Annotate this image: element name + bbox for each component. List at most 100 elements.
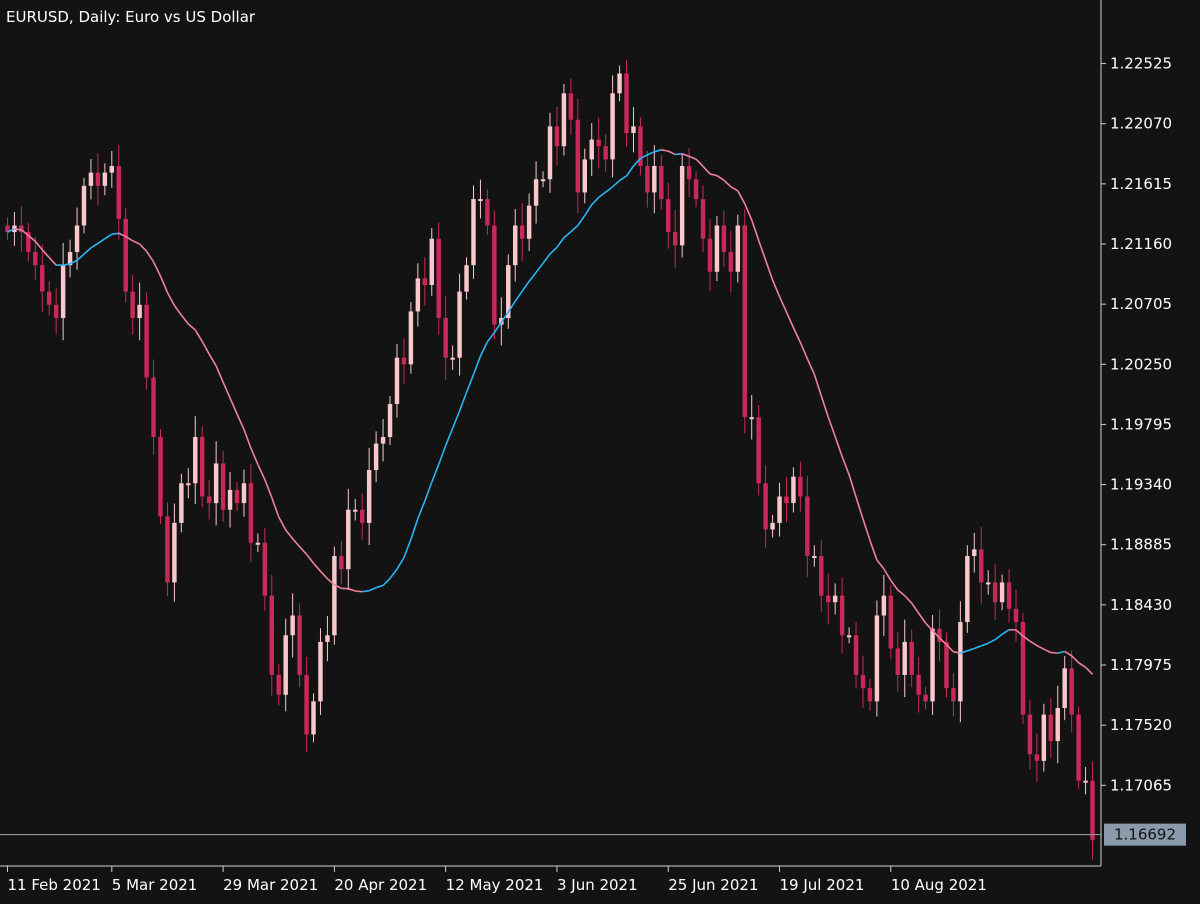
candle-body xyxy=(144,305,148,378)
time-tick-label: 11 Feb 2021 xyxy=(7,876,100,894)
price-tick-label: 1.18885 xyxy=(1110,536,1172,554)
candle-body xyxy=(186,483,190,485)
candle-body xyxy=(471,199,475,265)
candle-body xyxy=(256,543,260,545)
candle-body xyxy=(944,642,948,688)
candle-body xyxy=(958,622,962,701)
price-tick-label: 1.19795 xyxy=(1110,415,1172,433)
price-tick-label: 1.21615 xyxy=(1110,175,1172,193)
candle-body xyxy=(214,463,218,503)
candle-body xyxy=(235,490,239,503)
candle-body xyxy=(1049,715,1053,741)
time-tick-label: 12 May 2021 xyxy=(446,876,544,894)
candle-body xyxy=(965,556,969,622)
candle-body xyxy=(701,199,705,239)
candle-body xyxy=(1069,668,1073,714)
candle-body xyxy=(784,496,788,503)
candle-body xyxy=(652,166,656,192)
ma-segment xyxy=(675,154,682,155)
candle-body xyxy=(395,358,399,404)
candle-body xyxy=(923,695,927,702)
candle-body xyxy=(478,199,482,201)
candle-body xyxy=(290,615,294,635)
candle-body xyxy=(1042,715,1046,761)
candle-body xyxy=(332,556,336,635)
candle-body xyxy=(840,596,844,636)
candle-body xyxy=(82,186,86,226)
time-tick-label: 20 Apr 2021 xyxy=(334,876,427,894)
price-tick-label: 1.20250 xyxy=(1110,355,1172,373)
candle-body xyxy=(833,596,837,603)
candle-body xyxy=(812,556,816,558)
candle-body xyxy=(631,126,635,133)
candle-body xyxy=(423,278,427,285)
candle-body xyxy=(680,166,684,245)
candle-body xyxy=(430,239,434,285)
candle-body xyxy=(457,292,461,358)
price-tick-label: 1.17975 xyxy=(1110,656,1172,674)
candle-body xyxy=(930,629,934,702)
price-tick-label: 1.18430 xyxy=(1110,596,1172,614)
candle-body xyxy=(909,642,913,675)
candle-body xyxy=(534,179,538,205)
candle-body xyxy=(659,166,663,199)
chart-title: EURUSD, Daily: Euro vs US Dollar xyxy=(6,8,256,26)
candle-body xyxy=(409,311,413,364)
candle-body xyxy=(722,226,726,252)
candle-body xyxy=(729,252,733,272)
candle-body xyxy=(54,305,58,318)
candle-body xyxy=(749,417,753,419)
time-tick-label: 10 Aug 2021 xyxy=(891,876,987,894)
candle-body xyxy=(916,675,920,695)
candle-body xyxy=(777,496,781,522)
candle-body xyxy=(617,73,621,93)
candle-body xyxy=(896,649,900,675)
chart-container[interactable]: 1.225251.220701.216151.211601.207051.202… xyxy=(0,0,1200,900)
time-tick-label: 5 Mar 2021 xyxy=(112,876,198,894)
price-tick-label: 1.17520 xyxy=(1110,716,1172,734)
candle-body xyxy=(763,483,767,529)
candle-body xyxy=(882,596,886,616)
candle-body xyxy=(33,252,37,265)
time-tick-label: 29 Mar 2021 xyxy=(223,876,318,894)
candle-body xyxy=(130,292,134,318)
candle-body xyxy=(993,582,997,602)
candle-body xyxy=(590,140,594,160)
candle-body xyxy=(89,173,93,186)
candle-body xyxy=(179,483,183,523)
candle-body xyxy=(1028,715,1032,755)
candle-body xyxy=(297,615,301,674)
candle-body xyxy=(304,675,308,734)
candle-body xyxy=(1076,715,1080,781)
candle-body xyxy=(1014,609,1018,622)
price-tick-label: 1.20705 xyxy=(1110,295,1172,313)
candle-body xyxy=(123,219,127,292)
ma-segment xyxy=(112,233,119,234)
candle-body xyxy=(172,523,176,582)
candle-body xyxy=(889,596,893,649)
candle-body xyxy=(158,437,162,516)
candle-body xyxy=(861,675,865,688)
candle-body xyxy=(520,226,524,239)
candle-body xyxy=(875,615,879,701)
candle-body xyxy=(402,358,406,365)
candle-body xyxy=(576,120,580,193)
candle-body xyxy=(805,496,809,555)
candle-body xyxy=(137,305,141,318)
candle-body xyxy=(687,166,691,179)
price-tick-label: 1.21160 xyxy=(1110,235,1172,253)
candle-body xyxy=(485,199,489,225)
candle-body xyxy=(318,642,322,701)
candle-body xyxy=(826,596,830,603)
candle-body xyxy=(270,596,274,675)
candle-body xyxy=(596,140,600,147)
ma-segment xyxy=(362,591,369,592)
candle-body xyxy=(228,490,232,510)
candle-body xyxy=(1090,781,1094,840)
candle-body xyxy=(40,265,44,291)
candlestick-chart[interactable]: 1.225251.220701.216151.211601.207051.202… xyxy=(0,0,1200,900)
candle-body xyxy=(464,265,468,291)
price-tick-label: 1.22070 xyxy=(1110,115,1172,133)
candle-body xyxy=(541,179,545,181)
candle-body xyxy=(1083,781,1087,783)
